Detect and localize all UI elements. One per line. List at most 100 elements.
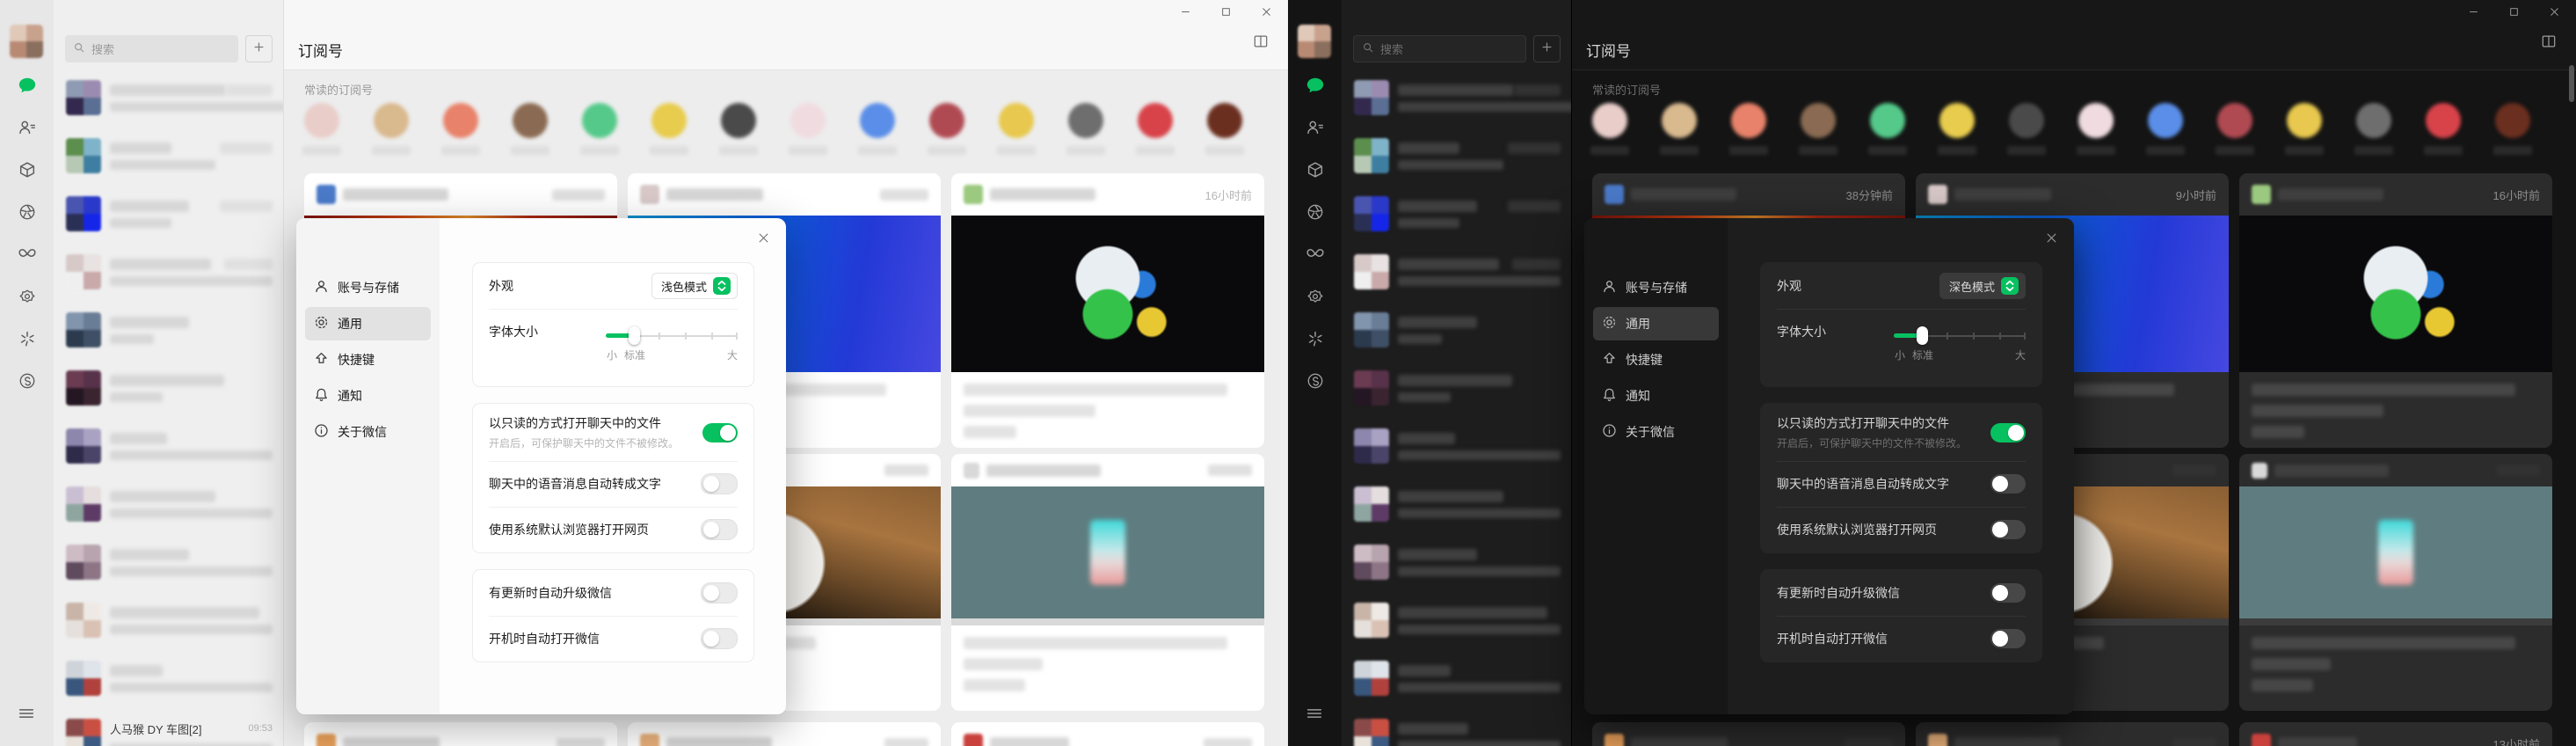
chat-list-item[interactable] [1342,243,1571,301]
chat-list-item[interactable] [1342,417,1571,475]
user-avatar[interactable] [1298,25,1331,58]
account-avatar[interactable] [2007,103,2046,155]
article-card[interactable] [2239,454,2552,711]
account-avatar[interactable] [2216,103,2254,155]
account-avatar[interactable] [1938,103,1976,155]
video-channel-tab[interactable] [18,246,37,266]
contacts-tab[interactable] [18,120,37,139]
chat-list-item[interactable] [1342,533,1571,591]
account-avatar[interactable] [858,103,897,155]
collections-tab[interactable] [1306,161,1325,181]
account-avatar[interactable] [441,103,480,155]
user-avatar[interactable] [10,25,43,58]
article-card[interactable]: 13小时前 [2239,722,2552,746]
chat-list-item[interactable] [54,69,283,127]
chats-tab[interactable] [18,77,37,97]
setting-toggle[interactable] [1990,520,2026,539]
search-input[interactable]: 搜索 [65,35,238,62]
mini-programs-tab[interactable] [1306,373,1325,392]
setting-toggle[interactable] [701,519,738,540]
account-avatar[interactable] [302,103,341,155]
settings-tab-general[interactable]: 通用 [1593,307,1719,340]
account-avatar[interactable] [2354,103,2393,155]
contacts-tab[interactable] [1306,120,1325,139]
chat-list-item[interactable] [54,185,283,243]
account-avatar[interactable] [1590,103,1629,155]
account-avatar[interactable] [1136,103,1175,155]
settings-tab-account-storage[interactable]: 账号与存储 [305,271,431,304]
chat-list-item[interactable] [1342,359,1571,417]
chat-list-item[interactable] [1342,591,1571,649]
close-button[interactable] [1246,0,1286,28]
menu-button[interactable] [17,706,36,725]
chat-list-item[interactable] [1342,649,1571,707]
article-card[interactable] [1592,722,1905,746]
account-avatar[interactable] [928,103,966,155]
appearance-mode-select[interactable]: 浅色模式 [651,273,738,299]
article-card[interactable] [628,722,941,746]
video-channel-tab[interactable] [1306,246,1325,266]
chat-list-item[interactable] [1342,127,1571,185]
chat-list-item[interactable] [1342,69,1571,127]
account-avatar[interactable] [2493,103,2532,155]
setting-toggle[interactable] [701,582,738,603]
settings-tab-general[interactable]: 通用 [305,307,431,340]
maximize-button[interactable] [1205,0,1246,28]
article-card[interactable]: 16小时前 [951,173,1264,448]
settings-tab-shortcuts[interactable]: 快捷键 [305,343,431,377]
layout-toggle-button[interactable] [2537,32,2560,55]
menu-button[interactable] [1305,706,1324,725]
search-input[interactable]: 搜索 [1353,35,1526,62]
minimize-button[interactable] [2453,0,2493,28]
dialog-close-button[interactable] [752,229,775,252]
account-avatar[interactable] [511,103,549,155]
layout-toggle-button[interactable] [1249,32,1272,55]
add-button[interactable] [245,35,273,62]
account-avatar[interactable] [1066,103,1105,155]
account-avatar[interactable] [789,103,827,155]
dialog-close-button[interactable] [2040,229,2063,252]
chat-list-item[interactable] [1342,301,1571,359]
settings-tab-shortcuts[interactable]: 快捷键 [1593,343,1719,377]
stickers-tab[interactable] [18,289,37,308]
setting-toggle[interactable] [1990,629,2026,648]
account-avatar[interactable] [2146,103,2185,155]
chat-list-item[interactable] [1342,185,1571,243]
maximize-button[interactable] [2493,0,2534,28]
font-size-slider[interactable]: 小 标准 大 [606,325,738,365]
article-card[interactable]: 16小时前 [2239,173,2552,448]
account-avatar[interactable] [580,103,619,155]
chat-list-item[interactable] [1342,707,1571,746]
chat-list-item[interactable] [54,243,283,301]
account-avatar[interactable] [372,103,411,155]
account-avatar[interactable] [1729,103,1768,155]
account-avatar[interactable] [650,103,688,155]
setting-toggle[interactable] [1990,474,2026,494]
channels-tab[interactable] [18,204,37,223]
article-card[interactable] [951,722,1264,746]
account-avatar[interactable] [2424,103,2463,155]
chat-list-item[interactable] [54,417,283,475]
article-card[interactable] [1916,722,2229,746]
account-avatar[interactable] [1205,103,1244,155]
account-avatar[interactable] [997,103,1036,155]
settings-tab-notifications[interactable]: 通知 [1593,379,1719,413]
chat-list-item[interactable] [54,649,283,707]
chat-list-item[interactable] [54,475,283,533]
article-card[interactable] [304,722,617,746]
close-button[interactable] [2534,0,2574,28]
minimize-button[interactable] [1165,0,1205,28]
mini-programs-tab[interactable] [18,373,37,392]
account-avatar[interactable] [2077,103,2115,155]
account-avatar[interactable] [2285,103,2324,155]
chat-list-item[interactable] [54,591,283,649]
collections-tab[interactable] [18,161,37,181]
search-discover-tab[interactable] [1306,331,1325,350]
chat-list-item[interactable] [54,359,283,417]
account-avatar[interactable] [1660,103,1699,155]
setting-toggle[interactable] [701,473,738,494]
stickers-tab[interactable] [1306,289,1325,308]
account-avatar[interactable] [719,103,758,155]
appearance-mode-select[interactable]: 深色模式 [1939,273,2026,299]
chats-tab[interactable] [1306,77,1325,97]
